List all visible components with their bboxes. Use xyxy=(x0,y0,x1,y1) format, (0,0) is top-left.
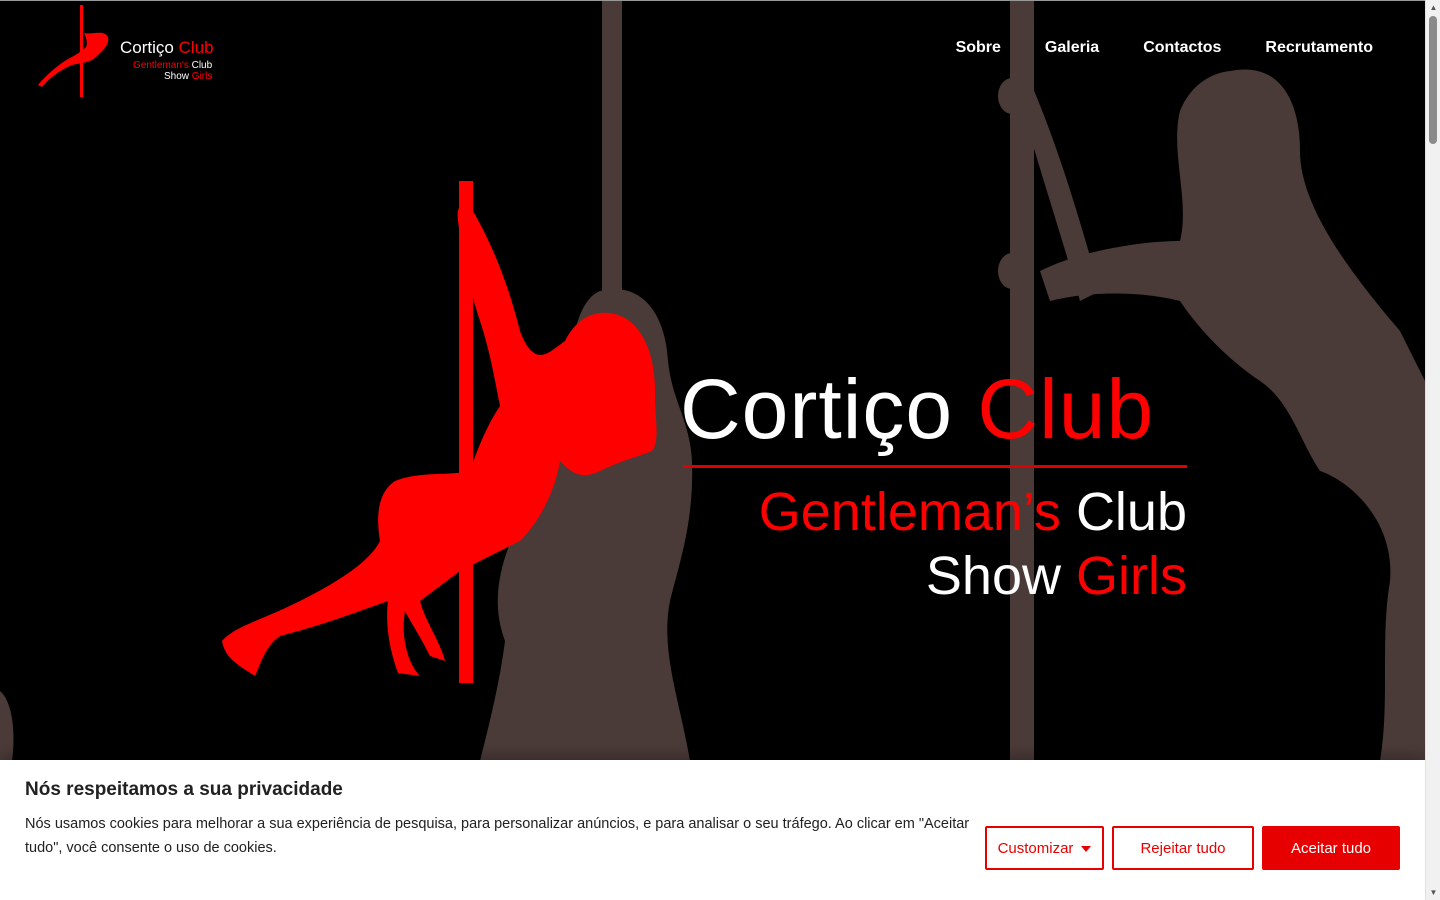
logo-subtitle-2: Show Girls xyxy=(164,71,213,82)
logo-subtitle-1: Gentleman's Club xyxy=(133,60,213,71)
hero-divider xyxy=(683,465,1187,468)
nav-link-galeria[interactable]: Galeria xyxy=(1045,39,1099,57)
cookie-banner-text: Nós usamos cookies para melhorar a sua e… xyxy=(25,816,970,856)
hero-subtitle-1: Gentleman’s Club xyxy=(758,482,1187,542)
main-nav: Sobre Galeria Contactos Recrutamento xyxy=(956,39,1373,57)
nav-link-contactos[interactable]: Contactos xyxy=(1143,39,1221,57)
nav-link-recrutamento[interactable]: Recrutamento xyxy=(1265,39,1373,57)
hero-subtitle-2: Show Girls xyxy=(925,546,1187,606)
logo-title: Cortiço Club xyxy=(120,38,214,57)
caret-down-icon xyxy=(1081,846,1092,852)
customize-button[interactable]: Customizar xyxy=(985,826,1104,870)
logo-dancer-icon xyxy=(38,5,109,97)
vertical-scrollbar[interactable]: ▲ ▼ xyxy=(1425,0,1440,900)
cookie-banner-title: Nós respeitamos a sua privacidade xyxy=(25,779,343,800)
hero-title: Cortiço Club xyxy=(680,362,1155,456)
accept-all-button[interactable]: Aceitar tudo xyxy=(1262,826,1400,870)
customize-button-label: Customizar xyxy=(997,839,1074,857)
nav-link-sobre[interactable]: Sobre xyxy=(956,39,1001,57)
scrollbar-thumb[interactable] xyxy=(1429,16,1437,144)
site-logo[interactable]: Cortiço Club Gentleman's Club Show Girls xyxy=(36,5,216,97)
page: Cortiço Club Gentleman's Club Show Girls… xyxy=(0,0,1425,900)
scroll-up-arrow-icon[interactable]: ▲ xyxy=(1426,0,1440,15)
cookie-banner: Nós respeitamos a sua privacidade Nós us… xyxy=(0,760,1425,900)
reject-all-button[interactable]: Rejeitar tudo xyxy=(1112,826,1254,870)
scroll-down-arrow-icon[interactable]: ▼ xyxy=(1426,885,1440,900)
